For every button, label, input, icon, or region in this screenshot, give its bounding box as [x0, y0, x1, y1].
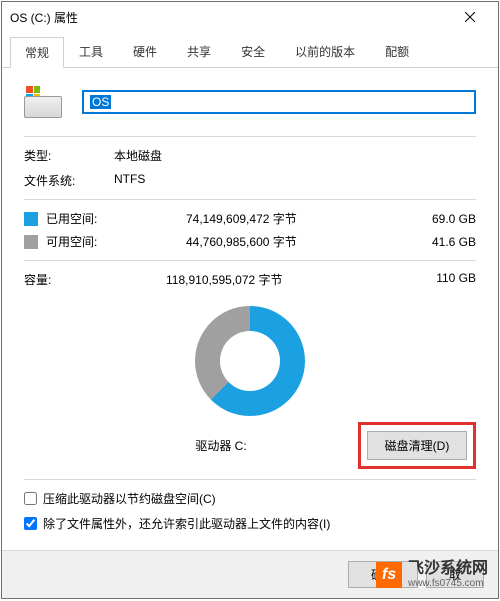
- properties-window: OS (C:) 属性 常规 工具 硬件 共享 安全 以前的版本 配额 OS 类型…: [1, 1, 499, 599]
- capacity-bytes: 118,910,595,072 字节: [114, 271, 396, 288]
- tab-sharing[interactable]: 共享: [172, 36, 226, 67]
- tab-general[interactable]: 常规: [10, 37, 64, 68]
- watermark-icon: fs: [376, 562, 402, 588]
- close-button[interactable]: [450, 5, 490, 29]
- free-gb: 41.6 GB: [396, 235, 476, 249]
- used-gb: 69.0 GB: [396, 212, 476, 226]
- type-label: 类型:: [24, 147, 114, 164]
- compress-checkbox[interactable]: [24, 492, 37, 505]
- tab-tools[interactable]: 工具: [64, 36, 118, 67]
- capacity-label: 容量:: [24, 271, 114, 288]
- used-label: 已用空间:: [46, 210, 126, 227]
- filesystem-value: NTFS: [114, 172, 145, 189]
- drive-name-input[interactable]: OS: [82, 90, 476, 114]
- tab-hardware[interactable]: 硬件: [118, 36, 172, 67]
- filesystem-label: 文件系统:: [24, 172, 114, 189]
- watermark: fs 飞沙系统网 www.fs0745.com: [376, 560, 488, 589]
- used-bytes: 74,149,609,472 字节: [126, 210, 396, 227]
- used-swatch-icon: [24, 212, 38, 226]
- type-value: 本地磁盘: [114, 147, 162, 164]
- capacity-gb: 110 GB: [396, 271, 476, 288]
- compress-label: 压缩此驱动器以节约磁盘空间(C): [43, 490, 216, 507]
- drive-icon: [24, 86, 62, 118]
- tab-security[interactable]: 安全: [226, 36, 280, 67]
- tab-previous[interactable]: 以前的版本: [280, 36, 370, 67]
- free-swatch-icon: [24, 235, 38, 249]
- titlebar: OS (C:) 属性: [2, 2, 498, 32]
- free-bytes: 44,760,985,600 字节: [126, 233, 396, 250]
- drive-letter-label: 驱动器 C:: [84, 437, 358, 454]
- highlight-box: 磁盘清理(D): [358, 422, 476, 469]
- disk-cleanup-button[interactable]: 磁盘清理(D): [367, 431, 467, 460]
- tab-bar: 常规 工具 硬件 共享 安全 以前的版本 配额: [2, 36, 498, 68]
- free-label: 可用空间:: [46, 233, 126, 250]
- watermark-name: 飞沙系统网: [408, 560, 488, 578]
- content-panel: OS 类型: 本地磁盘 文件系统: NTFS 已用空间: 74,149,609,…: [2, 68, 498, 550]
- watermark-url: www.fs0745.com: [408, 578, 488, 589]
- usage-pie-chart: [195, 306, 305, 416]
- tab-quota[interactable]: 配额: [370, 36, 424, 67]
- index-checkbox[interactable]: [24, 517, 37, 530]
- drive-name-value: OS: [90, 95, 111, 109]
- close-icon: [465, 12, 475, 22]
- window-title: OS (C:) 属性: [10, 9, 450, 26]
- index-label: 除了文件属性外，还允许索引此驱动器上文件的内容(I): [43, 515, 330, 532]
